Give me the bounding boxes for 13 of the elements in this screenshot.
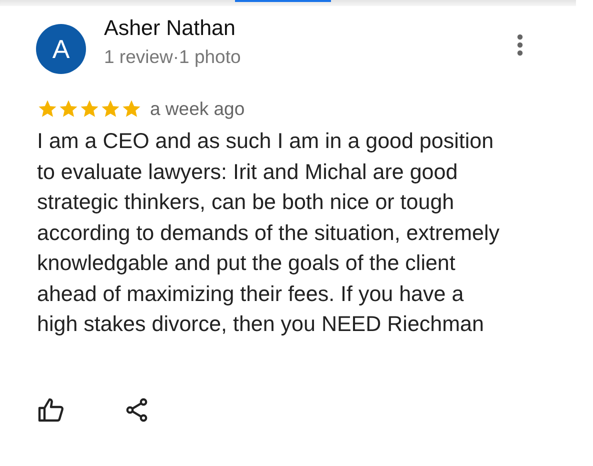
more-options-icon[interactable]: [516, 34, 524, 56]
star-icon: [58, 99, 79, 119]
review-time: a week ago: [150, 98, 245, 120]
author-meta: 1 review·1 photo: [104, 46, 242, 68]
star-icon: [100, 99, 121, 119]
author-name[interactable]: Asher Nathan: [104, 16, 484, 40]
avatar: A: [36, 24, 86, 74]
star-icon: [37, 99, 58, 119]
star-icon: [121, 99, 142, 119]
thumbs-up-icon[interactable]: [38, 398, 64, 422]
star-icon: [79, 99, 100, 119]
review-text: I am a CEO and as such I am in a good position to evaluate lawyers: Irit and Michal are good strategic thinkers, can be both nice or tough according to demands of the situation, extremely knowledgable and put the goals of the client ahead of maximizing their fees. If you have a high stakes divorce, then you NEED Riechman: [37, 128, 501, 338]
share-icon[interactable]: [126, 398, 148, 422]
